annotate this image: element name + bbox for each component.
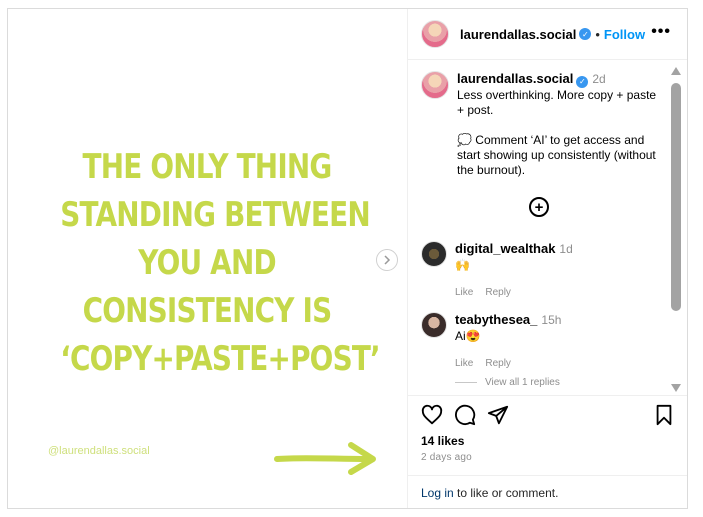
login-link[interactable]: Log in [421, 486, 454, 500]
caption-username[interactable]: laurendallas.social [457, 71, 573, 86]
verified-icon: ✓ [579, 28, 592, 40]
login-text: to like or comment. [453, 486, 559, 500]
login-prompt: Log in to like or comment. [408, 475, 687, 508]
scroll-up-arrow[interactable] [671, 67, 681, 75]
headline-line: STANDING BETWEEN [60, 195, 370, 235]
post-headline: THE ONLY THING STANDING BETWEEN YOU AND … [60, 143, 380, 383]
scrollbar[interactable] [671, 67, 681, 392]
heart-icon[interactable] [421, 404, 443, 426]
post-date: 2 days ago [421, 452, 472, 463]
comment-body: teabythesea_ 15h Ai😍 Like Reply [455, 312, 561, 372]
reply-link[interactable]: Reply [485, 358, 511, 369]
verified-icon: ✓ [576, 75, 589, 88]
comment-time: 15h [541, 313, 562, 327]
post-image: THE ONLY THING STANDING BETWEEN YOU AND … [8, 9, 408, 508]
comment-text: Ai😍 [455, 329, 481, 343]
avatar[interactable] [421, 71, 449, 99]
like-link[interactable]: Like [455, 358, 473, 369]
likes-count[interactable]: 14 likes [421, 434, 464, 448]
comment-actions: Like Reply [455, 285, 573, 301]
comments-panel[interactable]: laurendallas.social ✓ 2d Less overthinking… [408, 61, 687, 396]
watermark-handle: @laurendallas.social [48, 445, 150, 457]
avatar[interactable] [421, 20, 449, 48]
reply-link[interactable]: Reply [485, 287, 511, 298]
carousel-next-button[interactable] [376, 249, 398, 271]
follow-button[interactable]: Follow [604, 27, 645, 42]
comment-item: teabythesea_ 15h Ai😍 Like Reply [421, 312, 661, 372]
caption-time: 2d [592, 72, 606, 86]
share-icon[interactable] [487, 404, 509, 426]
caption-text: laurendallas.social ✓ 2d Less overthinking… [457, 71, 661, 178]
comment-username[interactable]: digital_wealthak [455, 241, 555, 256]
comment-actions: Like Reply [455, 356, 561, 372]
comment-username[interactable]: teabythesea_ [455, 312, 537, 327]
header-username[interactable]: laurendallas.social [460, 27, 576, 42]
scroll-thumb[interactable] [671, 83, 681, 311]
comment-icon[interactable] [454, 404, 476, 426]
headline-line: ‘COPY+PASTE+POST’ [60, 339, 380, 379]
headline-line: THE ONLY THING [82, 147, 333, 187]
comment-body: digital_wealthak 1d 🙌 Like Reply [455, 241, 573, 301]
post-header: laurendallas.social ✓ • Follow ••• [408, 9, 687, 60]
bookmark-icon[interactable] [654, 404, 674, 426]
view-replies-link[interactable]: View all 1 replies [455, 377, 560, 388]
post-sidebar: laurendallas.social ✓ • Follow ••• laure… [408, 9, 687, 508]
arrow-graphic [274, 442, 376, 475]
post-modal: THE ONLY THING STANDING BETWEEN YOU AND … [7, 8, 688, 509]
comment-text: 🙌 [455, 258, 470, 272]
like-link[interactable]: Like [455, 287, 473, 298]
separator: • [595, 26, 600, 42]
scroll-down-arrow[interactable] [671, 384, 681, 392]
avatar[interactable] [421, 241, 447, 267]
caption: laurendallas.social ✓ 2d Less overthinking… [421, 71, 661, 178]
action-bar [421, 404, 676, 428]
divider [455, 382, 477, 383]
view-replies-label: View all 1 replies [485, 377, 560, 388]
chevron-right-icon [384, 255, 391, 265]
comment-time: 1d [559, 242, 573, 256]
more-options-icon[interactable]: ••• [651, 23, 671, 41]
caption-line: Less overthinking. More copy + paste + p… [457, 87, 657, 117]
headline-line: CONSISTENCY IS [82, 291, 333, 331]
headline-line: YOU AND [138, 243, 276, 283]
caption-line: 💭 Comment ‘AI’ to get access and start s… [457, 132, 656, 177]
add-circle-icon[interactable]: + [529, 197, 549, 217]
comment-item: digital_wealthak 1d 🙌 Like Reply [421, 241, 661, 301]
avatar[interactable] [421, 312, 447, 338]
